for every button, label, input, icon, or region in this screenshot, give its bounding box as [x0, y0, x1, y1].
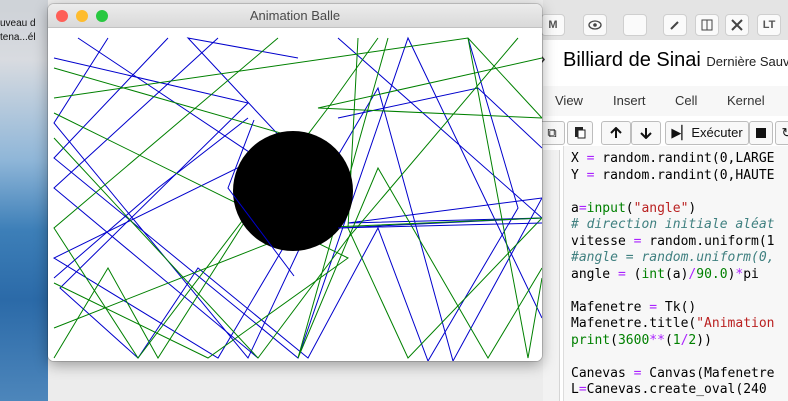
- window-titlebar[interactable]: Animation Balle: [48, 4, 542, 28]
- code-line: Y = random.randint(0,HAUTE: [571, 167, 775, 183]
- animation-canvas[interactable]: [48, 28, 542, 361]
- desktop-background: uveau d tena...él: [0, 0, 48, 401]
- move-up-button[interactable]: [601, 121, 631, 145]
- code-line: Mafenetre = Tk(): [571, 299, 697, 315]
- restart-button[interactable]: ↻: [775, 121, 788, 145]
- tab-icon-x[interactable]: [725, 14, 749, 36]
- tab-icon-eye[interactable]: [583, 14, 607, 36]
- menu-cell[interactable]: Cell: [675, 93, 697, 108]
- divider: [559, 150, 560, 401]
- code-line: X = random.randint(0,LARGE: [571, 151, 775, 166]
- tab-icon-lt[interactable]: LT: [757, 14, 781, 36]
- trajectory-line: [53, 37, 542, 119]
- tab-icon-gmail[interactable]: M: [541, 14, 565, 36]
- menu-kernel[interactable]: Kernel: [727, 93, 765, 108]
- copy-button[interactable]: ⧉: [539, 121, 565, 145]
- desktop-item-label[interactable]: tena...él: [0, 32, 36, 43]
- run-label: Exécuter: [691, 125, 743, 140]
- tab-icon-list[interactable]: [695, 14, 719, 36]
- animation-window: Animation Balle: [48, 4, 542, 361]
- code-line: angle = (int(a)/90.0)*pi: [571, 266, 759, 282]
- jupyter-notebook-window: M LT › Billiard de Sinai Dernière Sauve …: [539, 0, 788, 401]
- code-line: a=input("angle"): [571, 200, 697, 216]
- window-title: Animation Balle: [249, 8, 341, 23]
- menu-view[interactable]: View: [555, 93, 583, 108]
- move-down-button[interactable]: [631, 121, 661, 145]
- code-line: L=Canevas.create_oval(240: [571, 382, 767, 397]
- desktop-item-label[interactable]: uveau d: [0, 18, 36, 29]
- trajectory-line: [337, 37, 542, 229]
- code-line: Mafenetre.title("Animation: [571, 316, 775, 331]
- code-line: print(3600**(1/2)): [571, 332, 712, 348]
- cell-gutter: [543, 150, 560, 401]
- menu-insert[interactable]: Insert: [613, 93, 646, 108]
- code-line: # direction initiale aléat: [571, 217, 775, 232]
- stop-button[interactable]: [749, 121, 773, 145]
- paste-button[interactable]: [567, 121, 593, 145]
- code-line: Canevas = Canvas(Mafenetre: [571, 365, 775, 381]
- notebook-title[interactable]: Billiard de Sinai Dernière Sauve: [563, 49, 788, 72]
- save-status: Dernière Sauve: [706, 54, 788, 69]
- code-line: #angle = random.uniform(0,: [571, 250, 775, 265]
- run-button[interactable]: ▶︎▏Exécuter: [665, 121, 749, 145]
- trajectory-drawing: [52, 36, 542, 361]
- code-line: vitesse = random.uniform(1: [571, 233, 775, 249]
- obstacle-disc: [233, 131, 353, 251]
- notebook-name[interactable]: Billiard de Sinai: [563, 49, 701, 71]
- trajectory-line: [467, 37, 542, 359]
- tab-icon-blank[interactable]: [623, 14, 647, 36]
- tab-icon-pen[interactable]: [663, 14, 687, 36]
- run-icon: ▶︎▏: [671, 125, 692, 140]
